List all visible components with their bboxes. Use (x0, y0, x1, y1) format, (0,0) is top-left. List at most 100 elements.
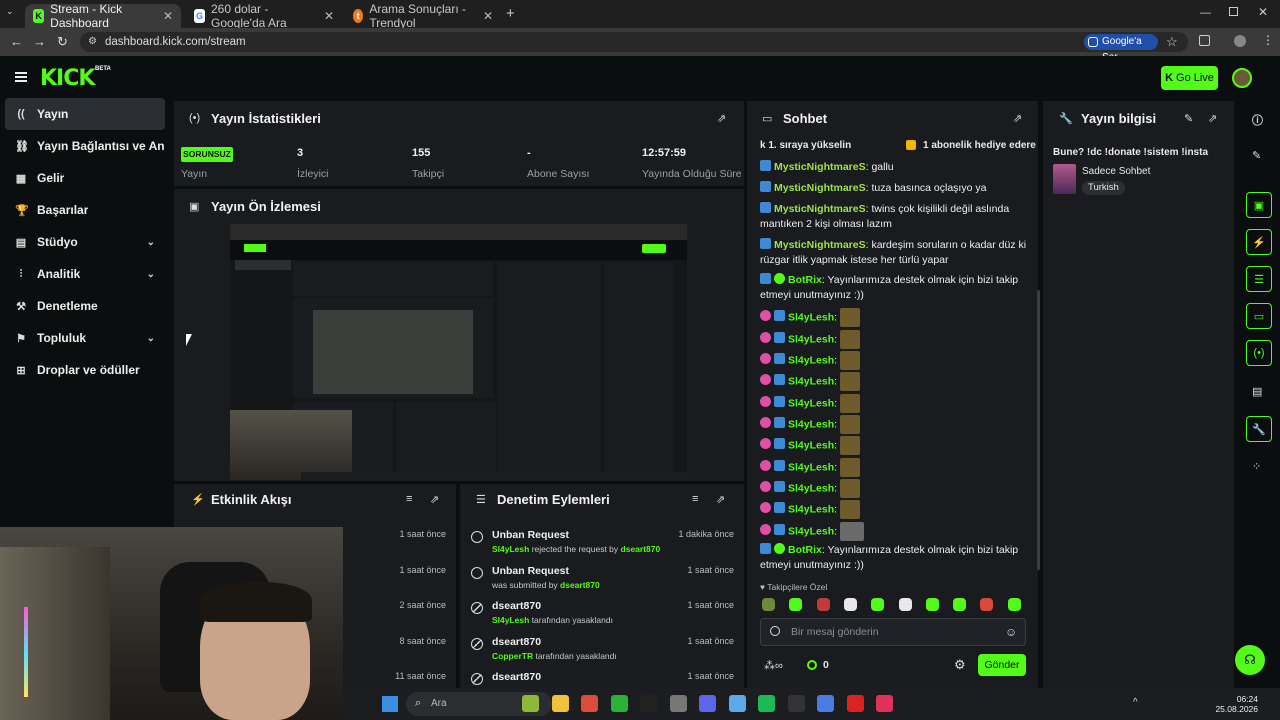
chat-username[interactable]: MysticNightmareS (774, 182, 866, 194)
sidebar-item-1[interactable]: ⛓ Yayın Bağlantısı ve Anahtar (5, 130, 165, 162)
minimize-window-icon[interactable]: — (1200, 7, 1211, 19)
edit-icon[interactable]: ✎ (1184, 112, 1193, 125)
quick-emote-icon[interactable] (871, 598, 885, 611)
chat-username[interactable]: Sl4yLesh (788, 482, 834, 494)
chat-username[interactable]: Sl4yLesh (788, 397, 834, 409)
quick-emote-icon[interactable] (762, 598, 775, 611)
close-tab-icon[interactable]: ✕ (483, 9, 493, 23)
chat-message[interactable]: MysticNightmareS: tuza basınca oçlaşıyo … (760, 181, 1032, 196)
taskbar-app-icon[interactable] (610, 695, 628, 712)
moderator-name[interactable]: Sl4yLesh (492, 615, 529, 625)
chat-message[interactable]: Sl4yLesh: (760, 436, 1032, 455)
quick-emote-icon[interactable] (843, 598, 857, 611)
sidebar-item-3[interactable]: 🏆 Başarılar (5, 194, 165, 226)
bookmark-star-icon[interactable]: ☆ (1166, 34, 1178, 50)
chat-message[interactable]: MysticNightmareS: twins çok kişilikli de… (760, 202, 1032, 232)
chat-message[interactable]: Sl4yLesh: (760, 415, 1032, 434)
taskbar-app-icon[interactable] (699, 695, 716, 712)
chat-message[interactable]: Sl4yLesh: (760, 330, 1032, 349)
chat-username[interactable]: Sl4yLesh (788, 311, 834, 323)
chat-message[interactable]: MysticNightmareS: kardeşim soruların o k… (760, 238, 1032, 268)
clock[interactable]: 06:24 25.08.2026 (1212, 694, 1258, 714)
windows-start-icon[interactable] (382, 696, 398, 712)
sidebar-item-8[interactable]: ⊞ Droplar ve ödüller (5, 354, 165, 386)
chat-username[interactable]: Sl4yLesh (788, 375, 834, 387)
chat-message[interactable]: Sl4yLesh: (760, 372, 1032, 391)
reload-icon[interactable]: ↻ (57, 34, 68, 50)
chat-username[interactable]: Sl4yLesh (788, 503, 834, 515)
support-button[interactable]: ☊ (1235, 645, 1265, 675)
taskbar-app-icon[interactable] (551, 695, 569, 712)
popout-icon[interactable]: ⇗ (1208, 112, 1217, 125)
chat-username[interactable]: BotRix (788, 544, 822, 556)
sidebar-item-0[interactable]: ((Yayın (5, 98, 165, 130)
taskbar-app-icon[interactable] (522, 695, 539, 712)
rail-moderation-button[interactable]: ☰ (1246, 266, 1272, 292)
edit-icon[interactable]: ✎ (1252, 149, 1261, 162)
taskbar-app-icon[interactable] (787, 695, 805, 712)
popout-icon[interactable]: ⇗ (1013, 112, 1022, 125)
chat-settings-icon[interactable] (770, 626, 780, 636)
popout-icon[interactable]: ⇗ (430, 493, 439, 506)
extensions-icon[interactable] (1199, 35, 1210, 46)
tab-trendyol[interactable]: t Arama Sonuçları - Trendyol ✕ (345, 2, 501, 30)
taskbar-app-icon[interactable] (581, 695, 598, 712)
taskbar-app-icon[interactable] (758, 695, 775, 712)
chat-username[interactable]: Sl4yLesh (788, 354, 834, 366)
taskbar-app-icon[interactable] (846, 695, 864, 712)
chevron-down-icon[interactable]: ⌄ (147, 333, 155, 344)
moderation-row[interactable]: Unban Request was submitted by dseart870 1… (468, 561, 734, 596)
close-window-icon[interactable]: ✕ (1258, 5, 1268, 19)
quick-emote-icon[interactable] (789, 598, 803, 611)
tab-google-search[interactable]: G 260 dolar - Google'da Ara ✕ (186, 2, 342, 30)
category-name[interactable]: Sadece Sohbet (1082, 166, 1150, 177)
filter-icon[interactable]: ≡ (692, 493, 698, 505)
user-avatar[interactable] (1232, 68, 1252, 88)
maximize-window-icon[interactable] (1229, 7, 1238, 16)
chat-message[interactable]: Sl4yLesh: (760, 351, 1032, 370)
quick-emote-icon[interactable] (1007, 598, 1021, 611)
pinned-banner[interactable]: k 1. sıraya yükselin 1 abonelik hediye e… (758, 138, 1036, 154)
layout-icon[interactable]: ▤ (1252, 385, 1262, 398)
emoji-icon[interactable]: ☺ (1005, 619, 1017, 645)
target-user-name[interactable]: dseart870 (621, 544, 661, 554)
stream-preview-video[interactable] (230, 224, 687, 480)
tab-list-button[interactable]: ⌄ (6, 6, 20, 20)
quick-emote-icon[interactable] (816, 598, 830, 611)
chat-message[interactable]: Sl4yLesh: (760, 479, 1032, 498)
hamburger-menu-icon[interactable] (15, 72, 27, 82)
back-icon[interactable]: ← (10, 34, 23, 49)
taskbar-app-icon[interactable] (817, 695, 834, 712)
chat-username[interactable]: Sl4yLesh (788, 525, 834, 537)
quick-emote-icon[interactable] (925, 598, 939, 611)
language-tag[interactable]: Turkish (1082, 181, 1125, 195)
moderation-row[interactable]: dseart870 Sl4yLesh tarafından yasaklandı 1… (468, 596, 734, 631)
chat-username[interactable]: MysticNightmareS (774, 203, 866, 215)
sidebar-item-2[interactable]: ▦ Gelir (5, 162, 165, 194)
rail-stats-button[interactable]: (•) (1246, 340, 1272, 366)
chat-message[interactable]: Sl4yLesh: (760, 500, 1032, 519)
chat-message[interactable]: Sl4yLesh: (760, 522, 1032, 541)
sidebar-item-7[interactable]: ⚑ Topluluk ⌄ (5, 322, 165, 354)
forward-icon[interactable]: → (33, 34, 46, 49)
chevron-down-icon[interactable]: ⌄ (147, 237, 155, 248)
chat-username[interactable]: Sl4yLesh (788, 461, 834, 473)
chat-username[interactable]: MysticNightmareS (774, 161, 866, 173)
taskbar-app-icon[interactable] (640, 695, 657, 712)
sidebar-item-4[interactable]: ▤ Stüdyo ⌄ (5, 226, 165, 258)
chat-username[interactable]: Sl4yLesh (788, 333, 834, 345)
chat-message[interactable]: BotRix: Yayınlarımıza destek olmak için … (760, 273, 1032, 303)
rail-preview-button[interactable]: ▣ (1246, 192, 1272, 218)
filter-icon[interactable]: ≡ (406, 493, 412, 505)
chat-message[interactable]: Sl4yLesh: (760, 394, 1032, 413)
tab-kick-dashboard[interactable]: K Stream - Kick Dashboard ✕ (25, 2, 181, 30)
rail-activity-button[interactable]: ⚡ (1246, 229, 1272, 255)
kick-logo[interactable]: KICK (40, 66, 95, 91)
sidebar-item-5[interactable]: ⫶ Analitik ⌄ (5, 258, 165, 290)
users-icon[interactable]: ⁘ (1252, 460, 1261, 473)
profile-icon[interactable] (1234, 35, 1246, 47)
moderation-row[interactable]: dseart870 CopperTR tarafından yasaklandı 1… (468, 632, 734, 667)
browser-menu-icon[interactable]: ⋮ (1262, 33, 1274, 47)
rail-info-button[interactable]: 🔧 (1246, 416, 1272, 442)
close-tab-icon[interactable]: ✕ (163, 9, 173, 23)
